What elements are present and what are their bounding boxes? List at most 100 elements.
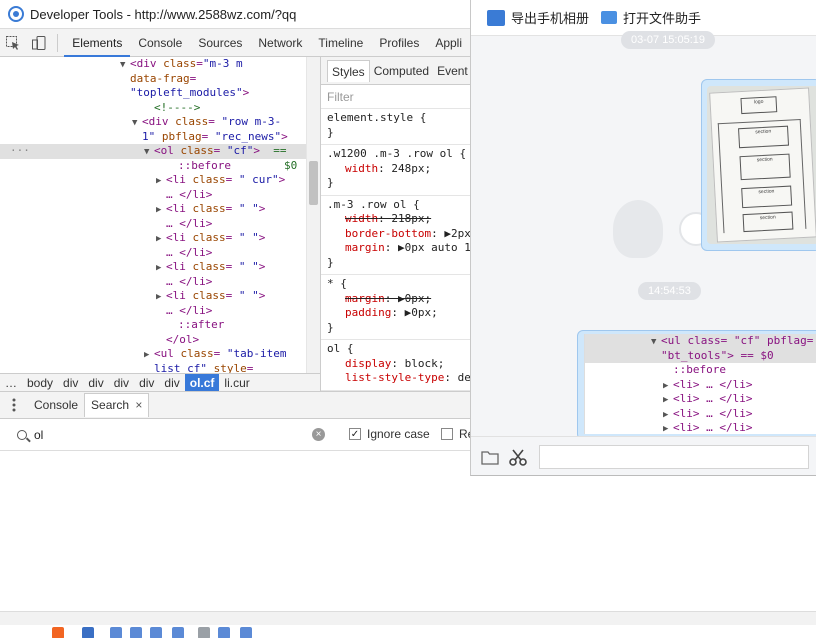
clear-search-icon[interactable]: × <box>312 428 325 441</box>
expand-toggle-icon[interactable]: ▶ <box>156 203 166 218</box>
snippet-screenshot[interactable]: ▼ <ul class= "cf" pbflag= "bt_tools"> == $… <box>584 334 816 434</box>
language-icon[interactable] <box>82 627 94 638</box>
dom-line[interactable]: ▶ <li class= " cur"> <box>0 173 306 188</box>
css-declaration[interactable]: width: 248px; <box>327 162 464 177</box>
tab-appli[interactable]: Appli <box>427 29 470 57</box>
drawer-menu-icon[interactable] <box>0 391 28 419</box>
css-declaration[interactable]: margin: ▶0px auto 10 <box>327 241 470 256</box>
tab-sources[interactable]: Sources <box>190 29 250 57</box>
settings-icon[interactable] <box>240 627 252 638</box>
dom-line[interactable]: "topleft_modules"> <box>0 86 306 101</box>
breadcrumb-item[interactable]: div <box>134 374 159 392</box>
tab-event[interactable]: Event <box>433 60 470 82</box>
dom-line[interactable]: ▼ <div class= "row m-3- <box>0 115 306 130</box>
breadcrumb-item[interactable]: … <box>0 374 22 392</box>
dom-line[interactable]: ▶ <li class= " "> <box>0 289 306 304</box>
folder-icon[interactable] <box>481 449 499 468</box>
dom-line[interactable]: ▶ <li class= " "> <box>0 231 306 246</box>
breadcrumb-item[interactable]: body <box>22 374 58 392</box>
device-mode-icon[interactable] <box>26 29 52 57</box>
dom-tree[interactable]: ▼ <div class="m-3 m data-frag= "topleft_mod… <box>0 57 306 373</box>
tab-elements[interactable]: Elements <box>64 29 131 57</box>
folder-icon[interactable] <box>601 11 618 24</box>
file-helper-link[interactable]: 打开文件助手 <box>623 8 701 27</box>
breadcrumb-item[interactable]: div <box>58 374 83 392</box>
toolbar-divider <box>57 33 59 52</box>
css-selector[interactable]: element.style { <box>327 111 464 126</box>
ignore-case-checkbox[interactable]: ✓ <box>349 428 361 440</box>
css-declaration[interactable]: padding: ▶0px; <box>327 306 464 321</box>
styles-filter-input[interactable]: Filter <box>321 85 470 109</box>
punctuation-icon[interactable] <box>130 627 142 638</box>
dom-line[interactable]: 1" pbflag= "rec_news"> <box>0 130 306 145</box>
tab-search[interactable]: Search × <box>84 393 150 417</box>
horizontal-scrollbar[interactable] <box>0 611 816 625</box>
breadcrumb-item[interactable]: div <box>109 374 134 392</box>
css-selector[interactable]: .m-3 .row ol { <box>327 198 464 213</box>
breadcrumb-item[interactable]: ol.cf <box>184 373 220 392</box>
tab-styles[interactable]: Styles <box>327 59 370 82</box>
scissors-icon[interactable] <box>509 448 527 469</box>
expand-toggle-icon[interactable]: ▶ <box>156 174 166 189</box>
breadcrumb-item[interactable]: div <box>159 374 184 392</box>
css-colon: : <box>384 291 398 305</box>
selected-dom-node[interactable]: ▼ <ol class= "cf"> == <box>0 144 306 159</box>
moon-icon[interactable] <box>110 627 122 638</box>
keyboard-icon[interactable] <box>172 627 184 638</box>
dom-line[interactable]: ▼ <div class="m-3 m <box>0 57 306 72</box>
expand-toggle-icon[interactable]: ▶ <box>156 261 166 276</box>
photo-export-icon[interactable] <box>487 9 505 26</box>
dom-line[interactable]: </ol> <box>0 333 306 348</box>
css-selector[interactable]: .w1200 .m-3 .row ol { <box>327 147 466 162</box>
expand-toggle-icon[interactable]: ▶ <box>156 232 166 247</box>
dom-line[interactable]: … </li> <box>0 217 306 232</box>
css-rule: element.style {} <box>321 109 470 145</box>
skin-icon[interactable] <box>218 627 230 638</box>
select-element-icon[interactable] <box>0 29 26 57</box>
export-album-link[interactable]: 导出手机相册 <box>511 8 589 27</box>
scrollbar-thumb[interactable] <box>309 161 318 205</box>
dom-line[interactable]: data-frag= <box>0 72 306 87</box>
dom-line[interactable]: <!----> <box>0 101 306 116</box>
css-declaration[interactable]: list-style-type: dec <box>327 371 470 386</box>
tab-console[interactable]: Console <box>130 29 190 57</box>
ime-icon[interactable] <box>52 627 64 638</box>
tab-network[interactable]: Network <box>250 29 310 57</box>
tab-timeline[interactable]: Timeline <box>310 29 371 57</box>
dom-line[interactable]: ▶ <li class= " "> <box>0 202 306 217</box>
expand-toggle-icon[interactable]: ▶ <box>144 348 154 363</box>
tab-computed[interactable]: Computed <box>370 60 433 82</box>
expand-toggle-icon[interactable]: ▼ <box>144 145 154 160</box>
css-declaration[interactable]: margin: ▶0px; <box>327 292 464 307</box>
tab-console[interactable]: Console <box>28 392 84 418</box>
css-selector[interactable]: ol { <box>327 342 464 357</box>
css-declaration[interactable]: display: block; <box>327 357 464 372</box>
css-selector[interactable]: * { <box>327 277 464 292</box>
expand-toggle-icon[interactable]: ▶ <box>156 290 166 305</box>
dom-line[interactable]: ▶ <ul class= "tab-item <box>0 347 306 362</box>
dom-line[interactable]: ::before $0 <box>0 159 306 174</box>
tab-profiles[interactable]: Profiles <box>371 29 427 57</box>
dom-token: == <box>273 144 287 157</box>
breadcrumb-item[interactable]: li.cur <box>219 374 254 392</box>
user-icon[interactable] <box>198 627 210 638</box>
microphone-icon[interactable] <box>150 627 162 638</box>
search-input[interactable] <box>12 425 330 445</box>
dom-line[interactable]: … </li> <box>0 188 306 203</box>
css-declaration[interactable]: width: 218px; <box>327 212 464 227</box>
regex-checkbox[interactable] <box>441 428 453 440</box>
close-icon[interactable]: × <box>135 398 142 412</box>
image-message-photo[interactable]: logo section section section section <box>707 86 816 244</box>
css-declaration[interactable]: border-bottom: ▶2px <box>327 227 470 242</box>
dom-line[interactable]: … </li> <box>0 246 306 261</box>
expand-toggle-icon[interactable]: ▼ <box>132 116 142 131</box>
dom-line[interactable]: ▶ <li class= " "> <box>0 260 306 275</box>
dom-line[interactable]: list cf" style= <box>0 362 306 374</box>
dom-line[interactable]: … </li> <box>0 275 306 290</box>
dom-line[interactable]: … </li> <box>0 304 306 319</box>
expand-toggle-icon[interactable]: ▼ <box>120 58 130 73</box>
dom-line[interactable]: ::after <box>0 318 306 333</box>
chat-message-input[interactable] <box>539 445 809 469</box>
dom-tree-scrollbar[interactable] <box>306 57 320 373</box>
breadcrumb-item[interactable]: div <box>83 374 108 392</box>
